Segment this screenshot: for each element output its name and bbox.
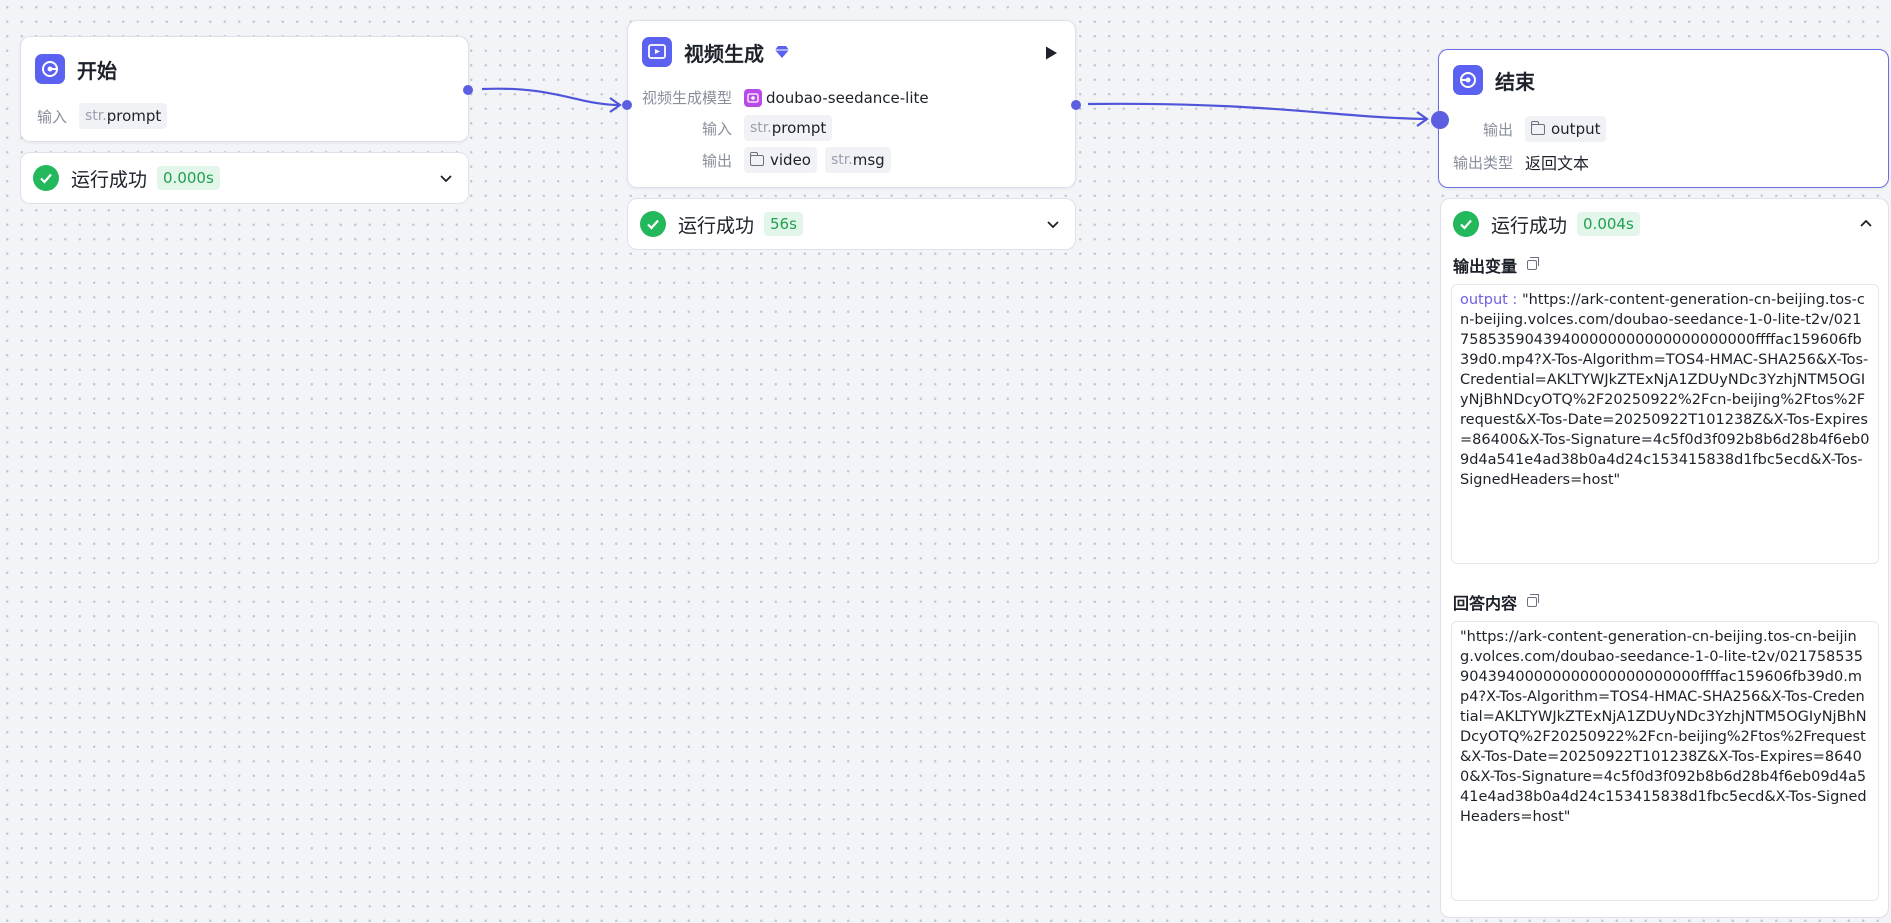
output-vars-box[interactable]: output : "https://ark-content-generation… <box>1451 284 1879 564</box>
answer-title: 回答内容 <box>1453 594 1518 613</box>
video-node-title: 视频生成 <box>684 41 764 66</box>
end-status-panel[interactable]: 运行成功 0.004s 输出变量 output : "https://ark-c… <box>1440 198 1889 918</box>
video-output-row: 输出 video str. msg <box>642 147 899 173</box>
copy-icon[interactable] <box>1527 257 1540 270</box>
end-node-title: 结束 <box>1495 69 1535 94</box>
output-key: output : <box>1460 292 1518 308</box>
chevron-up-icon[interactable] <box>1858 216 1874 232</box>
run-time-badge: 0.004s <box>1577 212 1640 236</box>
end-output-param: output <box>1525 116 1607 142</box>
output-value: "https://ark-content-generation-cn-beiji… <box>1460 292 1870 488</box>
start-output-port[interactable] <box>463 85 473 95</box>
chevron-down-icon[interactable] <box>438 170 454 186</box>
end-input-port[interactable] <box>1431 111 1449 129</box>
run-time-badge: 0.000s <box>157 166 220 190</box>
video-model-row: 视频生成模型 doubao-seedance-lite <box>642 87 929 108</box>
answer-section-title: 回答内容 <box>1453 590 1540 614</box>
end-output-row: 输出 output <box>1453 116 1614 142</box>
video-status-panel[interactable]: 运行成功 56s <box>627 198 1076 250</box>
folder-icon <box>1530 120 1545 135</box>
video-play-icon <box>642 37 672 67</box>
param-type: str. <box>85 108 107 124</box>
output-vars-section-title: 输出变量 <box>1453 253 1540 277</box>
copy-icon[interactable] <box>1527 594 1540 607</box>
status-text: 运行成功 <box>1491 214 1568 237</box>
video-output-param-video: video <box>744 147 817 173</box>
workflow-canvas[interactable]: 开始 输入 str. prompt 运行成功 0.000s 视频生成 视频生成模… <box>0 0 1891 923</box>
chevron-down-icon[interactable] <box>1045 216 1061 232</box>
status-text: 运行成功 <box>678 214 755 237</box>
folder-icon <box>749 151 764 166</box>
start-status-panel[interactable]: 运行成功 0.000s <box>20 152 469 204</box>
end-output-type-row: 输出类型 返回文本 <box>1453 150 1589 174</box>
param-name: prompt <box>771 119 827 137</box>
video-input-port[interactable] <box>622 100 632 110</box>
video-gen-node[interactable]: 视频生成 视频生成模型 doubao-seedance-lite 输入 str.… <box>627 20 1076 188</box>
video-output-port[interactable] <box>1071 100 1081 110</box>
model-icon <box>744 88 763 107</box>
status-text: 运行成功 <box>71 168 148 191</box>
edge-video-to-end <box>1087 102 1426 121</box>
video-output-param-msg: str. msg <box>824 147 891 173</box>
param-name: prompt <box>106 107 162 125</box>
param-type: str. <box>830 152 853 168</box>
start-node-header: 开始 <box>35 53 117 85</box>
video-input-row: 输入 str. prompt <box>642 115 840 141</box>
model-label: 视频生成模型 <box>642 89 733 107</box>
end-node[interactable]: 结束 输出 output 输出类型 返回文本 <box>1438 49 1889 188</box>
video-node-header: 视频生成 <box>642 36 790 68</box>
video-output-label: 输出 <box>701 151 732 170</box>
video-input-param: str. prompt <box>744 115 833 141</box>
output-vars-title: 输出变量 <box>1453 257 1518 276</box>
diamond-badge-icon <box>775 46 789 58</box>
success-check-icon <box>33 165 59 191</box>
output-type-value: 返回文本 <box>1525 154 1590 173</box>
param-name: video <box>770 151 811 169</box>
model-name: doubao-seedance-lite <box>766 88 929 107</box>
answer-value: "https://ark-content-generation-cn-beiji… <box>1460 629 1867 825</box>
run-play-icon[interactable] <box>1043 45 1059 61</box>
end-icon <box>1453 65 1483 95</box>
success-check-icon <box>1453 211 1479 237</box>
start-node-title: 开始 <box>77 58 117 83</box>
start-icon <box>35 54 65 84</box>
end-output-label: 输出 <box>1482 120 1513 139</box>
end-node-header: 结束 <box>1453 64 1535 96</box>
param-name: output <box>1551 120 1601 138</box>
start-input-label: 输入 <box>37 107 68 126</box>
start-input-row: 输入 str. prompt <box>37 103 175 129</box>
success-check-icon <box>640 211 666 237</box>
video-input-label: 输入 <box>701 119 732 138</box>
run-time-badge: 56s <box>764 212 803 236</box>
param-type: str. <box>750 120 772 136</box>
start-input-param: str. prompt <box>79 103 168 129</box>
start-node[interactable]: 开始 输入 str. prompt <box>20 36 469 142</box>
answer-box[interactable]: "https://ark-content-generation-cn-beiji… <box>1451 621 1879 901</box>
param-name: msg <box>852 151 885 169</box>
edge-start-to-video <box>481 87 619 107</box>
output-type-label: 输出类型 <box>1453 153 1514 172</box>
